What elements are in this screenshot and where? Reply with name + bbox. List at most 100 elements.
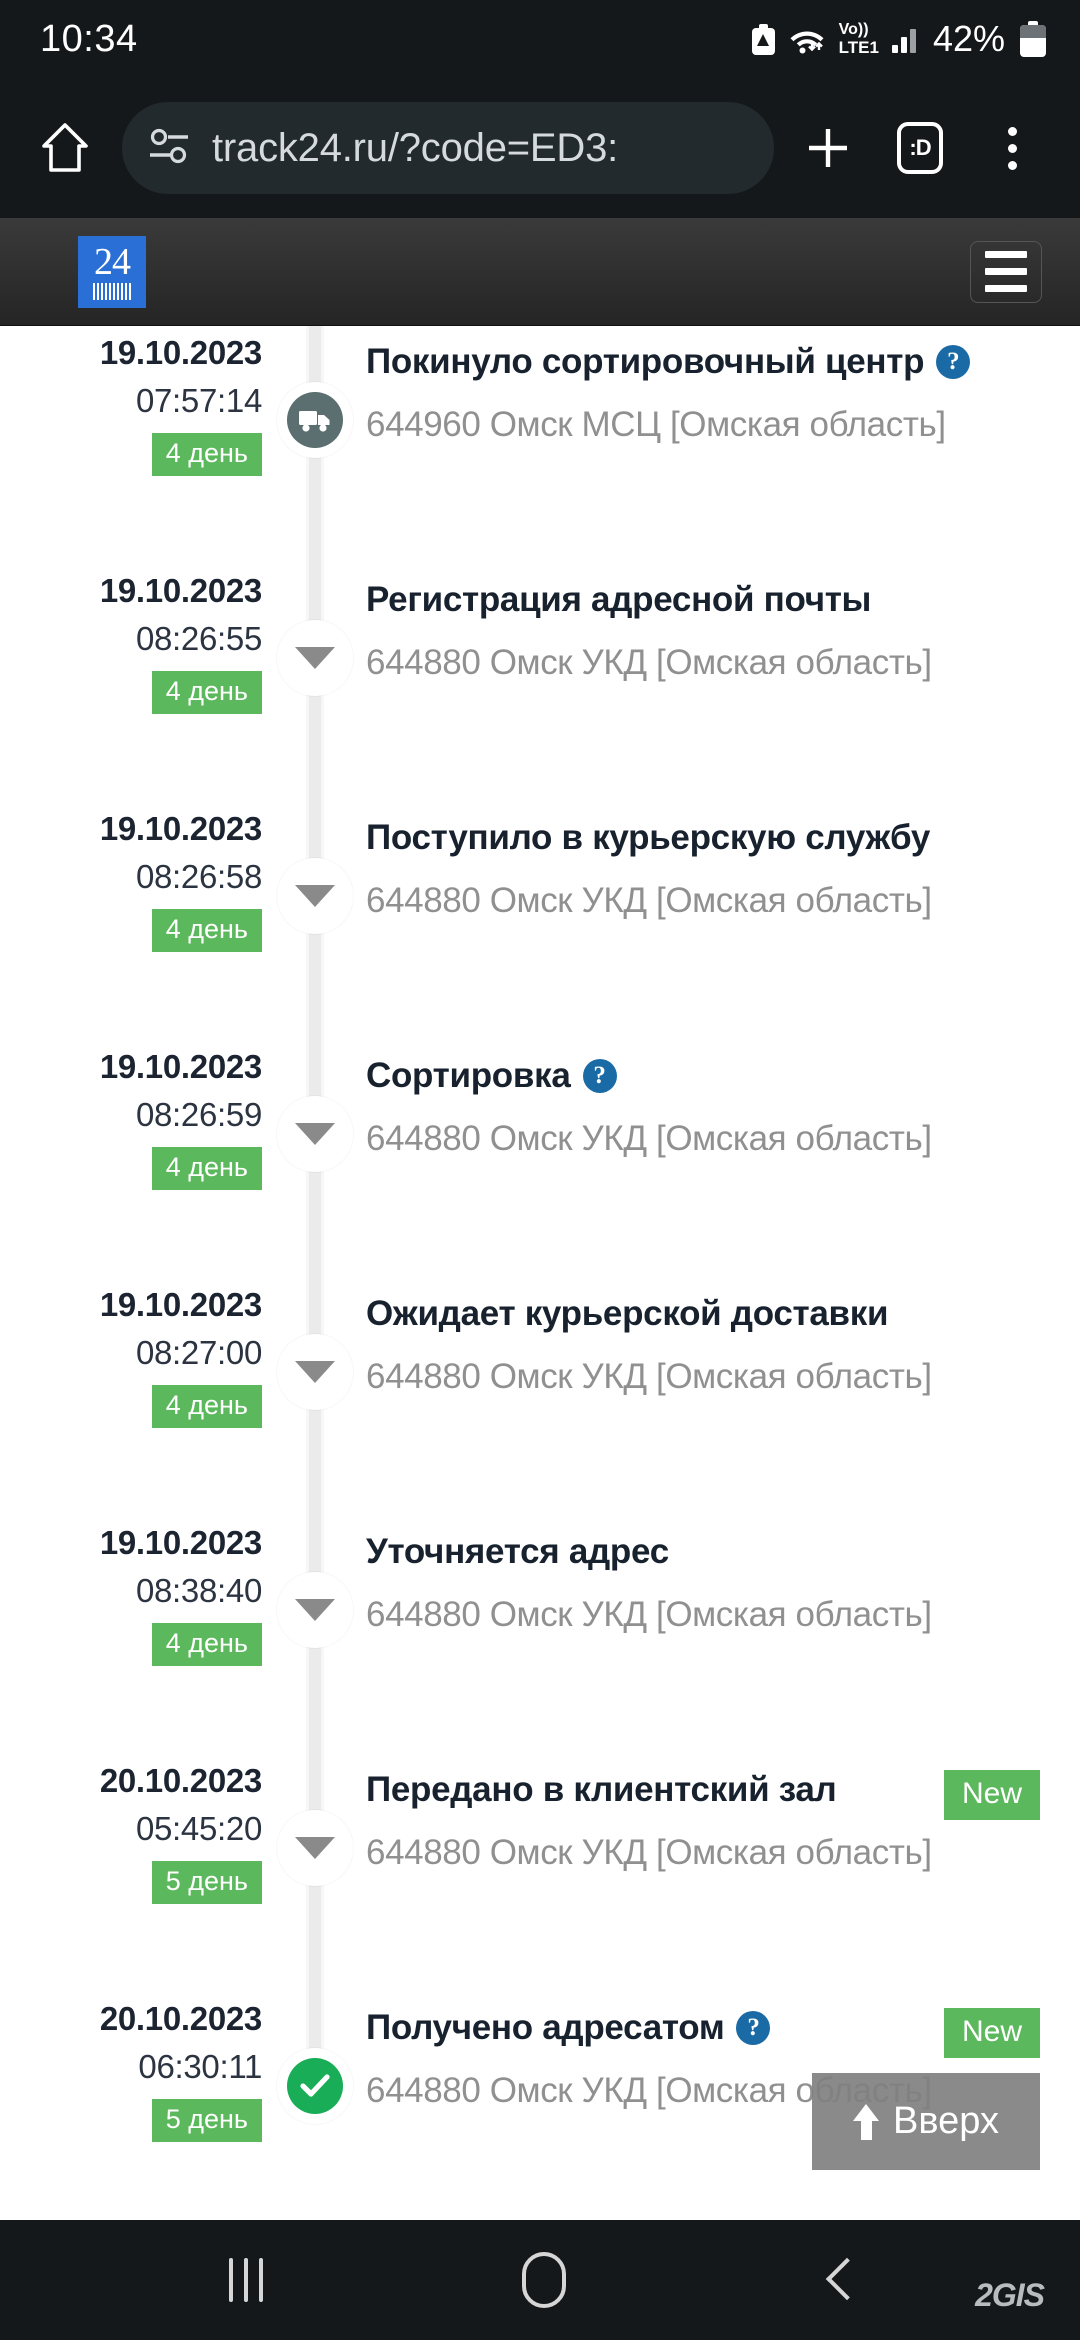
android-status-bar: 10:34 Vo)) LTE1 42% [0,0,1080,78]
new-tab-button[interactable] [782,102,874,194]
chevron-down-marker-icon [277,1334,353,1410]
timeline-event-row: 19.10.2023 08:26:55 4 день Регистрация адре… [0,564,1080,802]
home-icon [42,123,88,172]
chevron-down-marker-icon [277,858,353,934]
event-datetime: 20.10.2023 05:45:20 5 день [0,1754,286,1904]
tab-switcher-button[interactable]: :D [874,102,966,194]
recent-apps-button[interactable] [229,2258,264,2302]
event-location: 644880 Омск УКД [Омская область] [366,1357,932,1396]
plus-icon [809,129,847,167]
event-datetime: 19.10.2023 08:26:55 4 день [0,564,286,714]
event-date: 19.10.2023 [99,810,262,847]
event-details: Регистрация адресной почты 644880 Омск УК… [286,564,1080,690]
event-date: 19.10.2023 [99,1286,262,1323]
event-date: 19.10.2023 [99,1048,262,1085]
browser-toolbar: track24.ru/?code=ED3: :D [0,78,1080,218]
battery-icon [1020,21,1046,57]
tracking-timeline: 19.10.2023 07:57:14 4 день Покинуло сортиро… [0,326,1080,2220]
event-title-text: Передано в клиентский зал [366,1770,837,1809]
event-location: 644880 Омск УКД [Омская область] [366,1119,932,1158]
browser-home-button[interactable] [22,120,108,176]
event-details: Поступило в курьерскую службу 644880 Омск… [286,802,1080,928]
day-count-badge: 4 день [151,433,262,476]
event-time: 06:30:11 [138,2048,262,2085]
event-time: 08:26:58 [135,858,262,895]
event-datetime: 19.10.2023 08:38:40 4 день [0,1516,286,1666]
event-title-text: Ожидает курьерской доставки [366,1294,889,1333]
day-count-badge: 5 день [151,1861,262,1904]
event-title-text: Сортировка [366,1056,571,1095]
back-button[interactable] [825,2258,851,2302]
event-time: 08:26:59 [135,1096,262,1133]
event-datetime: 19.10.2023 08:26:58 4 день [0,802,286,952]
browser-menu-button[interactable] [966,102,1058,194]
event-title: Ожидает курьерской доставки [366,1278,1080,1350]
hamburger-icon [985,251,1027,258]
event-details: Сортировка? 644880 Омск УКД [Омская облас… [286,1040,1080,1166]
url-bar[interactable]: track24.ru/?code=ED3: [122,102,774,194]
new-badge: New [943,1770,1040,1820]
timeline-event-row: 19.10.2023 08:27:00 4 день Ожидает курьерск… [0,1278,1080,1516]
screenshot-watermark: 2GIS [975,2277,1045,2313]
event-datetime: 20.10.2023 06:30:11 5 день [0,1992,286,2142]
status-clock: 10:34 [40,17,138,60]
event-time: 08:27:00 [135,1334,262,1371]
status-icons: Vo)) LTE1 42% [751,18,1046,60]
scroll-to-top-button[interactable]: Вверх [812,2073,1040,2170]
logo-number: 24 [94,241,131,283]
site-header: 24 [0,218,1080,326]
event-date: 20.10.2023 [99,1762,262,1799]
check-marker-icon [277,2048,353,2124]
day-count-badge: 4 день [151,671,262,714]
event-title: Уточняется адрес [366,1516,1080,1588]
event-location: 644880 Омск УКД [Омская область] [366,643,932,682]
new-badge: New [943,2008,1040,2058]
tab-count-label: :D [897,122,943,174]
event-date: 19.10.2023 [99,572,262,609]
chevron-down-marker-icon [277,1096,353,1172]
day-count-badge: 4 день [151,1623,262,1666]
event-date: 20.10.2023 [99,2000,262,2037]
truck-marker-icon [277,382,353,458]
android-nav-bar: 2GIS [0,2220,1080,2340]
timeline-event-row: 19.10.2023 07:57:14 4 день Покинуло сортиро… [0,326,1080,564]
help-icon[interactable]: ? [736,2011,771,2045]
kebab-menu-icon [1007,126,1017,170]
volte-icon: Vo)) LTE1 [838,21,879,57]
signal-bars-icon [891,25,916,53]
arrow-up-icon [853,2103,880,2140]
event-details: Уточняется адрес 644880 Омск УКД [Омская … [286,1516,1080,1642]
url-text: track24.ru/?code=ED3: [212,125,619,170]
event-title-text: Поступило в курьерскую службу [366,818,930,857]
event-location: 644880 Омск УКД [Омская область] [366,881,932,920]
day-count-badge: 4 день [151,909,262,952]
event-time: 08:26:55 [135,620,262,657]
event-title-text: Покинуло сортировочный центр [366,342,925,381]
event-title: Покинуло сортировочный центр? [366,326,1080,398]
event-location: 644960 Омск МСЦ [Омская область] [366,405,946,444]
site-permissions-icon[interactable] [148,125,194,172]
event-title-text: Регистрация адресной почты [366,580,872,619]
event-date: 19.10.2023 [99,1524,262,1561]
event-location: 644880 Омск УКД [Омская область] [366,1833,932,1872]
day-count-badge: 5 день [151,2099,262,2142]
event-datetime: 19.10.2023 07:57:14 4 день [0,326,286,476]
chevron-down-marker-icon [277,1810,353,1886]
help-icon[interactable]: ? [582,1059,617,1093]
help-icon[interactable]: ? [936,345,971,379]
battery-saver-icon [751,23,775,55]
event-time: 05:45:20 [135,1810,262,1847]
event-title-text: Получено адресатом [366,2008,725,2047]
wifi-icon [788,24,826,55]
event-details: Ожидает курьерской доставки 644880 Омск У… [286,1278,1080,1404]
timeline-event-row: 19.10.2023 08:38:40 4 день Уточняется адрес… [0,1516,1080,1754]
event-location: 644880 Омск УКД [Омская область] [366,1595,932,1634]
home-button[interactable] [521,2252,566,2308]
site-logo[interactable]: 24 [78,235,146,308]
barcode-icon [93,283,131,300]
event-title-text: Уточняется адрес [366,1532,669,1571]
event-datetime: 19.10.2023 08:27:00 4 день [0,1278,286,1428]
scroll-to-top-label: Вверх [893,2100,999,2142]
site-menu-button[interactable] [970,240,1042,303]
day-count-badge: 4 день [151,1147,262,1190]
